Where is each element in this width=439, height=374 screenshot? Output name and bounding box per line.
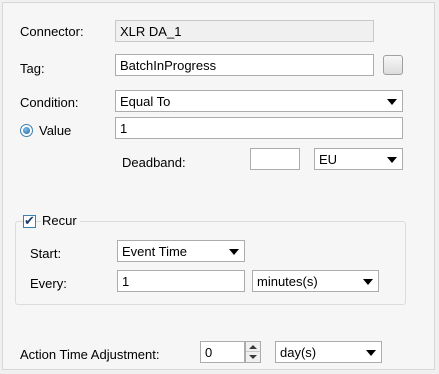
action-time-unit-dropdown[interactable]: day(s) xyxy=(275,341,382,363)
deadband-unit-value: EU xyxy=(319,152,338,167)
spinner-divider xyxy=(246,351,260,352)
chevron-down-icon xyxy=(366,350,376,356)
spin-up-icon[interactable] xyxy=(249,345,257,349)
action-time-label: Action Time Adjustment: xyxy=(20,347,160,362)
chevron-down-icon xyxy=(229,249,239,255)
tag-label: Tag: xyxy=(20,61,45,76)
condition-dropdown[interactable]: Equal To xyxy=(115,90,403,112)
spin-down-icon[interactable] xyxy=(249,355,257,359)
connector-label: Connector: xyxy=(20,24,84,39)
action-time-unit-value: day(s) xyxy=(280,345,317,360)
tag-input[interactable]: BatchInProgress xyxy=(115,54,374,76)
chevron-down-icon xyxy=(387,99,397,105)
every-unit-value: minutes(s) xyxy=(257,274,318,289)
every-unit-dropdown[interactable]: minutes(s) xyxy=(252,270,379,292)
deadband-input[interactable] xyxy=(250,148,300,170)
condition-label: Condition: xyxy=(20,95,79,110)
value-input[interactable]: 1 xyxy=(115,117,403,139)
recur-label: Recur xyxy=(41,213,80,228)
action-time-spinner[interactable] xyxy=(245,341,261,363)
connector-field: XLR DA_1 xyxy=(115,20,374,42)
action-condition-panel: Connector: XLR DA_1 Tag: BatchInProgress… xyxy=(2,2,435,370)
radio-selected-dot xyxy=(23,127,30,134)
start-value: Event Time xyxy=(122,244,188,259)
recur-group xyxy=(15,221,406,305)
deadband-label: Deadband: xyxy=(122,155,186,170)
value-label: Value xyxy=(39,123,72,138)
condition-value: Equal To xyxy=(120,94,171,109)
start-label: Start: xyxy=(30,246,62,261)
chevron-down-icon xyxy=(363,279,373,285)
start-dropdown[interactable]: Event Time xyxy=(117,240,245,262)
every-label: Every: xyxy=(30,276,67,291)
checkmark-icon: ✔ xyxy=(24,213,35,228)
action-time-input[interactable]: 0 xyxy=(200,341,245,363)
recur-checkbox[interactable]: ✔ xyxy=(23,213,36,228)
deadband-unit-dropdown[interactable]: EU xyxy=(314,148,403,170)
value-radio[interactable] xyxy=(20,124,33,137)
chevron-down-icon xyxy=(387,157,397,163)
every-input[interactable]: 1 xyxy=(117,270,245,292)
tag-browse-button[interactable] xyxy=(383,55,403,75)
